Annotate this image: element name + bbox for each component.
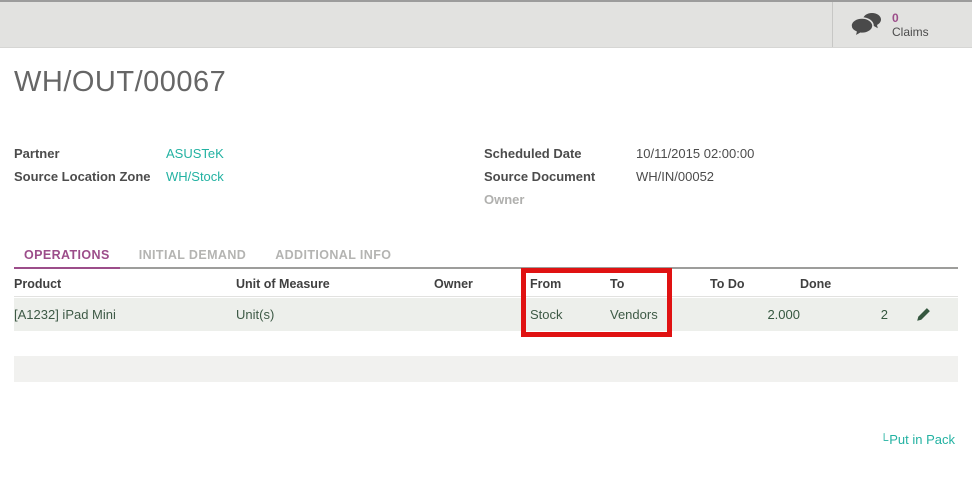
col-header-owner: Owner <box>434 277 530 291</box>
empty-row-band <box>14 356 958 382</box>
cell-done: 2 <box>800 307 888 322</box>
tab-bar: OPERATIONS INITIAL DEMAND ADDITIONAL INF… <box>14 246 958 269</box>
corner-arrow-icon: └ <box>880 433 889 447</box>
field-group-right: Scheduled Date 10/11/2015 02:00:00 Sourc… <box>484 142 924 211</box>
put-in-pack-link[interactable]: └ Put in Pack <box>880 432 955 447</box>
cell-to-do: 2.000 <box>710 307 800 322</box>
put-in-pack-label: Put in Pack <box>889 432 955 447</box>
source-document-label: Source Document <box>484 169 636 184</box>
col-header-from: From <box>530 277 610 291</box>
tab-additional-info[interactable]: ADDITIONAL INFO <box>265 246 401 267</box>
owner-label: Owner <box>484 192 636 207</box>
scheduled-date-value: 10/11/2015 02:00:00 <box>636 146 754 161</box>
claims-button[interactable]: 0 Claims <box>832 2 972 47</box>
col-header-done: Done <box>800 277 888 291</box>
col-header-to-do: To Do <box>710 277 800 291</box>
top-bar: 0 Claims <box>0 0 972 48</box>
source-location-zone-label: Source Location Zone <box>14 169 166 184</box>
cell-to: Vendors <box>610 307 710 322</box>
field-group-left: Partner ASUSTeK Source Location Zone WH/… <box>14 142 454 188</box>
partner-value-link[interactable]: ASUSTeK <box>166 146 224 161</box>
edit-pencil-icon[interactable] <box>916 307 931 322</box>
comments-icon <box>850 12 882 38</box>
col-header-unit-of-measure: Unit of Measure <box>236 277 434 291</box>
table-header-row: Product Unit of Measure Owner From To To… <box>14 272 958 297</box>
field-source-document: Source Document WH/IN/00052 <box>484 165 924 188</box>
page-title: WH/OUT/00067 <box>14 66 226 99</box>
field-scheduled-date: Scheduled Date 10/11/2015 02:00:00 <box>484 142 924 165</box>
col-header-to: To <box>610 277 710 291</box>
source-location-zone-value-link[interactable]: WH/Stock <box>166 169 224 184</box>
partner-label: Partner <box>14 146 166 161</box>
claims-label: Claims <box>892 25 929 39</box>
tab-initial-demand[interactable]: INITIAL DEMAND <box>129 246 256 267</box>
table-row[interactable]: [A1232] iPad Mini Unit(s) Stock Vendors … <box>14 298 958 331</box>
source-document-value: WH/IN/00052 <box>636 169 714 184</box>
form-view: 0 Claims WH/OUT/00067 Partner ASUSTeK So… <box>0 0 972 478</box>
scheduled-date-label: Scheduled Date <box>484 146 636 161</box>
cell-from: Stock <box>530 307 610 322</box>
field-source-location-zone: Source Location Zone WH/Stock <box>14 165 454 188</box>
tab-operations[interactable]: OPERATIONS <box>14 246 120 269</box>
cell-product: [A1232] iPad Mini <box>14 307 236 322</box>
field-partner: Partner ASUSTeK <box>14 142 454 165</box>
cell-unit-of-measure: Unit(s) <box>236 307 434 322</box>
claims-count: 0 <box>892 11 929 25</box>
col-header-product: Product <box>14 277 236 291</box>
field-owner: Owner <box>484 188 924 211</box>
